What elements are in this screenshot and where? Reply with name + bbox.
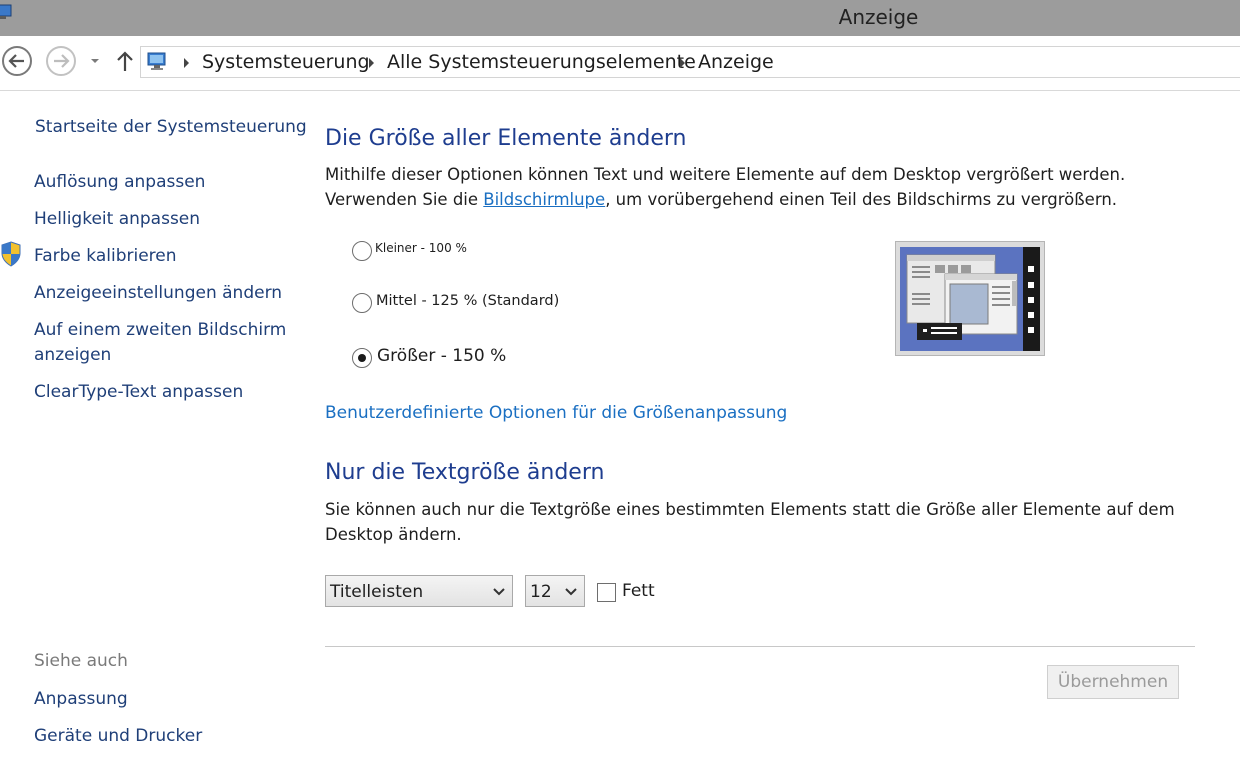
font-size-select[interactable]: 12 — [525, 575, 585, 607]
sidebar-item-farbe-kalibrieren[interactable]: Farbe kalibrieren — [34, 246, 177, 266]
text-size-section-heading: Nur die Textgröße ändern — [325, 460, 605, 485]
radio-kleiner-label[interactable]: Kleiner - 100 % — [375, 241, 467, 255]
see-also-anpassung[interactable]: Anpassung — [34, 689, 128, 709]
display-scale-preview-image — [895, 241, 1045, 356]
control-panel-icon — [147, 52, 166, 70]
size-section-description: Mithilfe dieser Optionen können Text und… — [325, 165, 1126, 209]
font-size-select-value: 12 — [530, 582, 552, 602]
apply-button[interactable]: Übernehmen — [1047, 665, 1179, 699]
radio-kleiner[interactable] — [352, 241, 372, 261]
see-also-geraete-drucker[interactable]: Geräte und Drucker — [34, 726, 202, 746]
control-panel-home-link[interactable]: Startseite der Systemsteuerung — [35, 117, 307, 137]
radio-mittel[interactable] — [352, 293, 372, 313]
sidebar-item-anzeigeeinstellungen[interactable]: Anzeigeeinstellungen ändern — [34, 283, 282, 303]
breadcrumb-anzeige[interactable]: Anzeige — [698, 51, 774, 73]
back-arrow-icon — [8, 54, 24, 68]
radio-groesser[interactable] — [352, 348, 372, 368]
up-arrow-icon[interactable] — [115, 50, 135, 72]
radio-mittel-label[interactable]: Mittel - 125 % (Standard) — [376, 293, 559, 309]
divider — [325, 646, 1195, 647]
uac-shield-icon — [1, 241, 21, 267]
element-select[interactable]: Titelleisten — [325, 575, 513, 607]
breadcrumb-alle-elemente[interactable]: Alle Systemsteuerungselemente — [387, 51, 696, 73]
chevron-down-icon — [565, 588, 577, 596]
navigation-bar: Systemsteuerung Alle Systemsteuerungsele… — [0, 36, 1240, 91]
chevron-down-icon — [493, 588, 505, 596]
title-bar: Anzeige — [0, 0, 1240, 36]
see-also-heading: Siehe auch — [34, 651, 128, 671]
sidebar-item-cleartype[interactable]: ClearType-Text anpassen — [34, 382, 243, 402]
bildschirmlupe-link[interactable]: Bildschirmlupe — [483, 190, 605, 209]
breadcrumb-separator-icon[interactable] — [181, 57, 191, 69]
forward-arrow-icon — [54, 54, 70, 68]
sidebar-item-zweiter-bildschirm-line2[interactable]: anzeigen — [34, 345, 111, 365]
sidebar-item-zweiter-bildschirm[interactable]: Auf einem zweiten Bildschirm — [34, 320, 286, 340]
radio-groesser-label[interactable]: Größer - 150 % — [377, 346, 506, 366]
breadcrumb-separator-icon[interactable] — [677, 57, 687, 69]
bold-checkbox-label[interactable]: Fett — [622, 581, 655, 601]
forward-button[interactable] — [46, 46, 76, 76]
breadcrumb-systemsteuerung[interactable]: Systemsteuerung — [202, 51, 370, 73]
sidebar-item-aufloesung[interactable]: Auflösung anpassen — [34, 172, 205, 192]
back-button[interactable] — [2, 46, 32, 76]
size-section-heading: Die Größe aller Elemente ändern — [325, 126, 687, 151]
text-size-section-description: Sie können auch nur die Textgröße eines … — [325, 500, 1175, 544]
bold-checkbox[interactable] — [597, 583, 616, 602]
sidebar-item-helligkeit[interactable]: Helligkeit anpassen — [34, 209, 200, 229]
breadcrumb-separator-icon[interactable] — [366, 57, 376, 69]
custom-scaling-options-link[interactable]: Benutzerdefinierte Optionen für die Größ… — [325, 403, 787, 423]
element-select-value: Titelleisten — [330, 582, 424, 602]
recent-locations-dropdown-icon[interactable] — [88, 56, 102, 66]
window-title: Anzeige — [838, 5, 919, 29]
